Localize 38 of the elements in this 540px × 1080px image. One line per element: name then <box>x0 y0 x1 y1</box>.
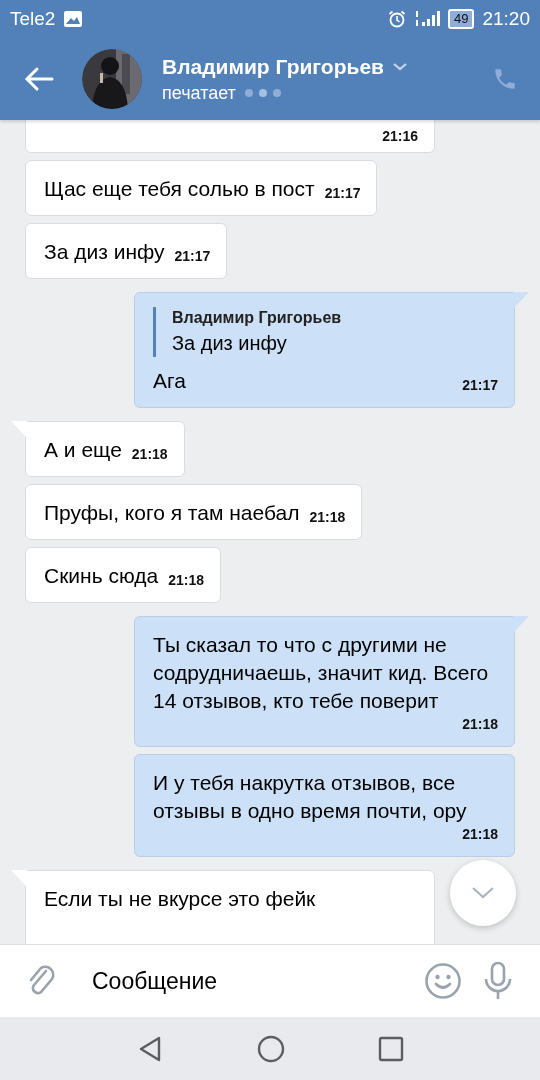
back-button[interactable] <box>24 66 54 92</box>
phone-icon[interactable] <box>492 66 518 92</box>
recents-nav-icon[interactable] <box>377 1035 404 1062</box>
message-text: А и еще <box>44 437 122 463</box>
message-text: Ага <box>153 368 186 394</box>
message-time: 21:18 <box>131 445 168 464</box>
message-time: 21:18 <box>168 571 204 590</box>
message-text: Пруфы, кого я там наебал <box>44 500 300 526</box>
signal-icon <box>414 10 440 28</box>
message-time: 21:18 <box>462 715 498 734</box>
chevron-down-icon <box>470 885 496 901</box>
carrier-name: Tele2 <box>10 8 56 30</box>
message-time: 21:17 <box>462 376 498 395</box>
typing-status: печатает <box>162 82 236 104</box>
clock: 21:20 <box>482 8 530 30</box>
message-text: Если ты не вкурсе это фейк <box>44 886 316 912</box>
message-text: За диз инфу <box>44 239 165 265</box>
home-nav-icon[interactable] <box>257 1034 285 1063</box>
typing-dots-icon <box>243 88 284 98</box>
quote-text: За диз инфу <box>172 331 288 356</box>
message-time: 21:16 <box>382 127 418 146</box>
message-time: 21:18 <box>462 825 498 844</box>
image-icon <box>63 10 84 28</box>
message-time: 21:17 <box>174 247 211 266</box>
alarm-icon <box>388 10 406 28</box>
quote-author: Владимир Григорьев <box>172 308 343 328</box>
microphone-icon[interactable] <box>482 961 514 1001</box>
scroll-down-button[interactable] <box>450 860 516 926</box>
chevron-down-icon[interactable] <box>392 61 408 72</box>
emoji-icon[interactable] <box>424 962 462 1000</box>
message-text: Скинь сюда <box>44 563 159 589</box>
contact-name[interactable]: Владимир Григорьев <box>162 54 384 79</box>
message-time: 21:17 <box>324 184 361 203</box>
message-text: Щас еще тебя солью в пост <box>44 176 315 202</box>
message-time: 21:18 <box>309 508 346 527</box>
message-text: И у тебя накрутка отзывов, все отзывы в одно время почти, ору <box>153 770 468 824</box>
battery-indicator: 49 <box>448 9 475 29</box>
message-text: Ты сказал то что с другими не содрудничаешь, значит кид. Всего 14 отзывов, кто тебе поверит <box>153 632 490 714</box>
